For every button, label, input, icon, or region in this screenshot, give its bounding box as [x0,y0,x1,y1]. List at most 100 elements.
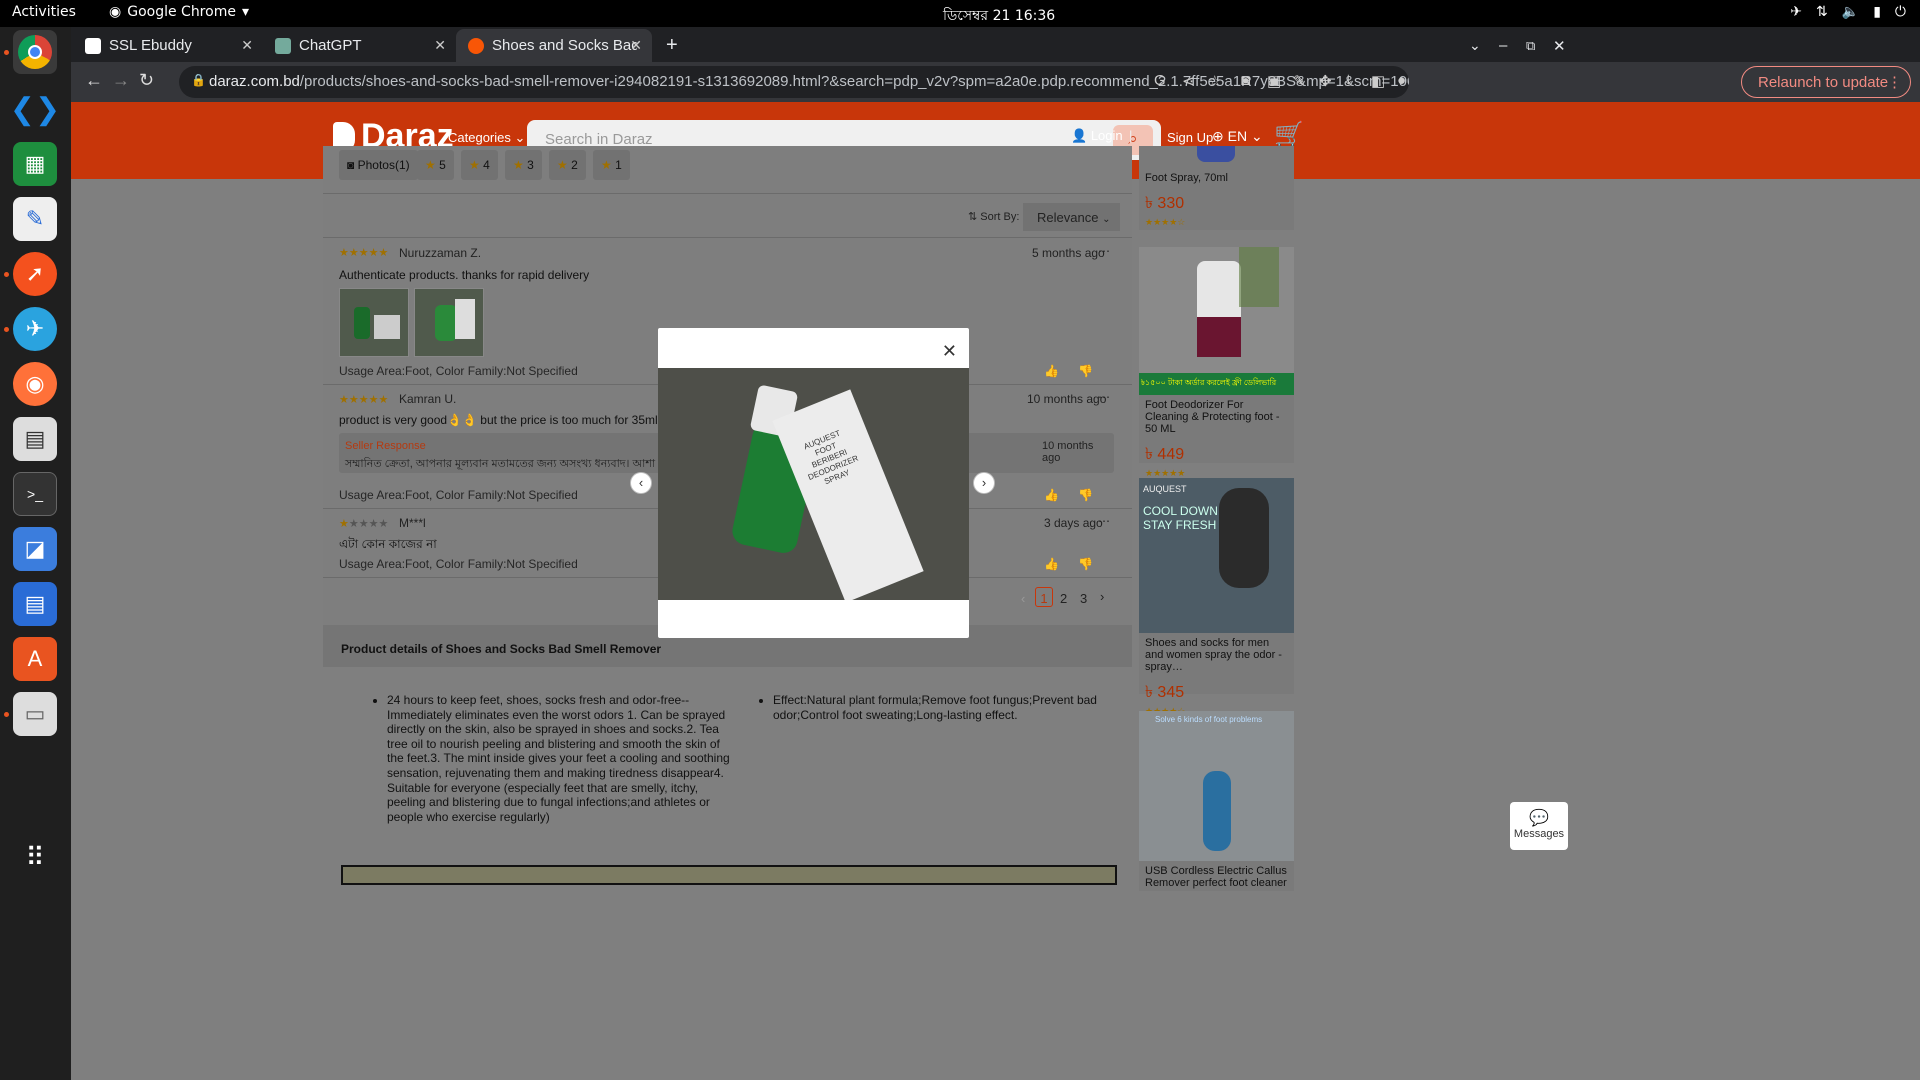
divider [323,237,1132,238]
thumbs-up-icon[interactable]: 👍 [1044,364,1059,378]
filter-2-stars[interactable]: ★ 2 [549,150,586,180]
product-image: Solve 6 kinds of foot problems [1139,711,1294,861]
camera-icon: ◙ [347,158,355,172]
ubuntu-dock: ❮❯ ▦ ✎ ➚ ✈ ◉ ▤ >_ ◪ ▤ A ▭ ⠿ [0,27,71,1080]
postman-icon[interactable]: ➚ [13,252,57,296]
thumbs-down-icon[interactable]: 👎 [1078,488,1093,502]
close-tab-icon[interactable]: ✕ [434,37,446,54]
bookmark-star-icon[interactable]: ☆ [1208,72,1221,90]
active-app-menu[interactable]: ◉ Google Chrome ▾ [109,4,249,20]
recommended-product[interactable]: Solve 6 kinds of foot problems USB Cordl… [1139,711,1294,891]
filter-3-stars[interactable]: ★ 3 [505,150,542,180]
show-apps-icon[interactable]: ⠿ [13,835,57,879]
google-lens-icon[interactable]: G [1154,72,1166,89]
terminal-icon[interactable]: >_ [13,472,57,516]
tab-daraz[interactable]: Shoes and Socks Bad Sme✕ [456,29,652,62]
document-viewer-icon[interactable]: ▤ [13,417,57,461]
extensions-puzzle-icon[interactable]: ✥ [1319,72,1332,90]
login-link[interactable]: 👤 Login [1071,128,1123,144]
details-left-list: 24 hours to keep feet, shoes, socks fres… [387,693,732,824]
user-icon: 👤 [1071,128,1088,143]
review-photo-thumbnail[interactable] [414,288,484,357]
address-bar[interactable]: 🔒 daraz.com.bd/products/shoes-and-socks-b… [179,66,1409,98]
next-page-icon[interactable]: › [1100,589,1104,604]
categories-menu[interactable]: Categories ⌄ [448,130,525,146]
filter-photos[interactable]: ◙ Photos(1) [339,150,418,180]
screenshot-icon[interactable]: ◙ [1241,72,1250,89]
telegram-tray-icon: ✈ [1790,4,1803,20]
review-more-icon[interactable]: ⋯ [1098,390,1110,404]
tab-search-icon[interactable]: ⌄ [1457,29,1481,62]
close-icon[interactable]: ✕ [942,342,957,360]
power-icon: ⏻ [1894,4,1906,20]
messages-button[interactable]: 💬 Messages [1510,802,1568,850]
side-panel-icon[interactable]: ◧ [1371,72,1385,90]
edit-icon[interactable]: ✎ [1293,72,1306,90]
page-2-button[interactable]: 2 [1060,591,1067,606]
new-tab-button[interactable]: + [654,29,678,62]
chrome-launcher-icon[interactable] [13,30,57,74]
recommended-product[interactable]: AUQUEST COOL DOWN STAY FRESH Shoes and soc… [1139,478,1294,716]
thumbs-down-icon[interactable]: 👎 [1078,364,1093,378]
close-tab-icon[interactable]: ✕ [630,37,642,54]
relaunch-button[interactable]: Relaunch to update ⋮ [1741,66,1911,98]
rating-stars: ★★★★★ [339,394,389,406]
tab-chatgpt[interactable]: ChatGPT ✕ [263,29,456,62]
filter-1-stars[interactable]: ★ 1 [593,150,630,180]
prev-image-arrow-icon[interactable]: ‹ [630,472,652,494]
review-more-icon[interactable]: ⋯ [1098,514,1110,528]
firefox-icon[interactable]: ◉ [13,362,57,406]
profile-avatar-icon[interactable]: ● [1397,72,1406,89]
thumbs-down-icon[interactable]: 👎 [1078,557,1093,571]
recommended-product[interactable]: ৳১৫০০ টাকা অর্ডার করলেই ফ্রী ডেলিভারি Fo… [1139,247,1294,478]
telegram-icon[interactable]: ✈ [13,307,57,351]
minimize-button[interactable]: – [1487,29,1507,62]
window-close-button[interactable]: ✕ [1541,29,1566,62]
chat-icon: 💬 [1529,810,1549,827]
image-viewer-icon[interactable]: ◪ [13,527,57,571]
thumbs-up-icon[interactable]: 👍 [1044,557,1059,571]
review-photo-thumbnail[interactable] [339,288,409,357]
review-more-icon[interactable]: ⋯ [1098,244,1110,258]
running-indicator [4,272,9,277]
forward-icon[interactable]: → [112,70,130,91]
chrome-icon: ◉ [109,4,122,20]
files-icon[interactable]: ▭ [13,692,57,736]
sort-dropdown[interactable]: Relevance ⌄ [1023,203,1120,231]
tab-ssl-ebuddy[interactable]: SSL Ebuddy ✕ [73,29,263,62]
next-image-arrow-icon[interactable]: › [973,472,995,494]
app-center-icon[interactable]: A [13,637,57,681]
recommended-product[interactable]: Foot Spray, 70ml ৳ 330 ★★★★☆ [1139,146,1294,230]
back-icon[interactable]: ← [85,70,103,91]
vscode-icon[interactable]: ❮❯ [10,87,60,131]
cart-icon[interactable]: 🛒 [1274,120,1304,149]
download-icon[interactable]: ⤓ [1345,72,1352,89]
page-1-button[interactable]: 1 [1035,587,1053,607]
filter-5-stars[interactable]: ★ 5 [417,150,454,180]
chevron-down-icon: ⌄ [514,130,526,145]
language-selector[interactable]: ⊕ EN ⌄ [1212,128,1263,145]
share-icon[interactable]: ⋖ [1182,72,1195,90]
close-tab-icon[interactable]: ✕ [241,37,253,54]
running-indicator [4,327,9,332]
tab-strip: SSL Ebuddy ✕ ChatGPT ✕ Shoes and Socks Bad… [71,27,1920,62]
clock[interactable]: ডিসেম্বর 21 16:36 [943,4,1055,28]
filter-4-stars[interactable]: ★ 4 [461,150,498,180]
separator: | [1129,128,1133,143]
activities-button[interactable]: Activities [12,4,76,20]
sheets-icon[interactable]: ▦ [13,142,57,186]
rating-stars: ★★★★★ [339,518,389,530]
signup-link[interactable]: Sign Up [1167,130,1213,145]
restore-button[interactable]: ⧉ [1514,29,1535,62]
thumbs-up-icon[interactable]: 👍 [1044,488,1059,502]
extension-icon[interactable]: ▣ [1267,72,1281,90]
writer-icon[interactable]: ▤ [13,582,57,626]
system-tray[interactable]: ✈ ⇅ 🔈 ▮ ⏻ [1790,4,1906,20]
page-3-button[interactable]: 3 [1080,591,1087,606]
reload-icon[interactable]: ↻ [139,70,154,91]
document-favicon-icon [85,37,101,54]
image-lightbox: ✕ AUQUEST FOOT BERIBERI DEODORIZER SPRAY [658,328,969,638]
product-image [1139,247,1294,373]
prev-page-icon[interactable]: ‹ [1021,591,1025,606]
text-editor-icon[interactable]: ✎ [13,197,57,241]
